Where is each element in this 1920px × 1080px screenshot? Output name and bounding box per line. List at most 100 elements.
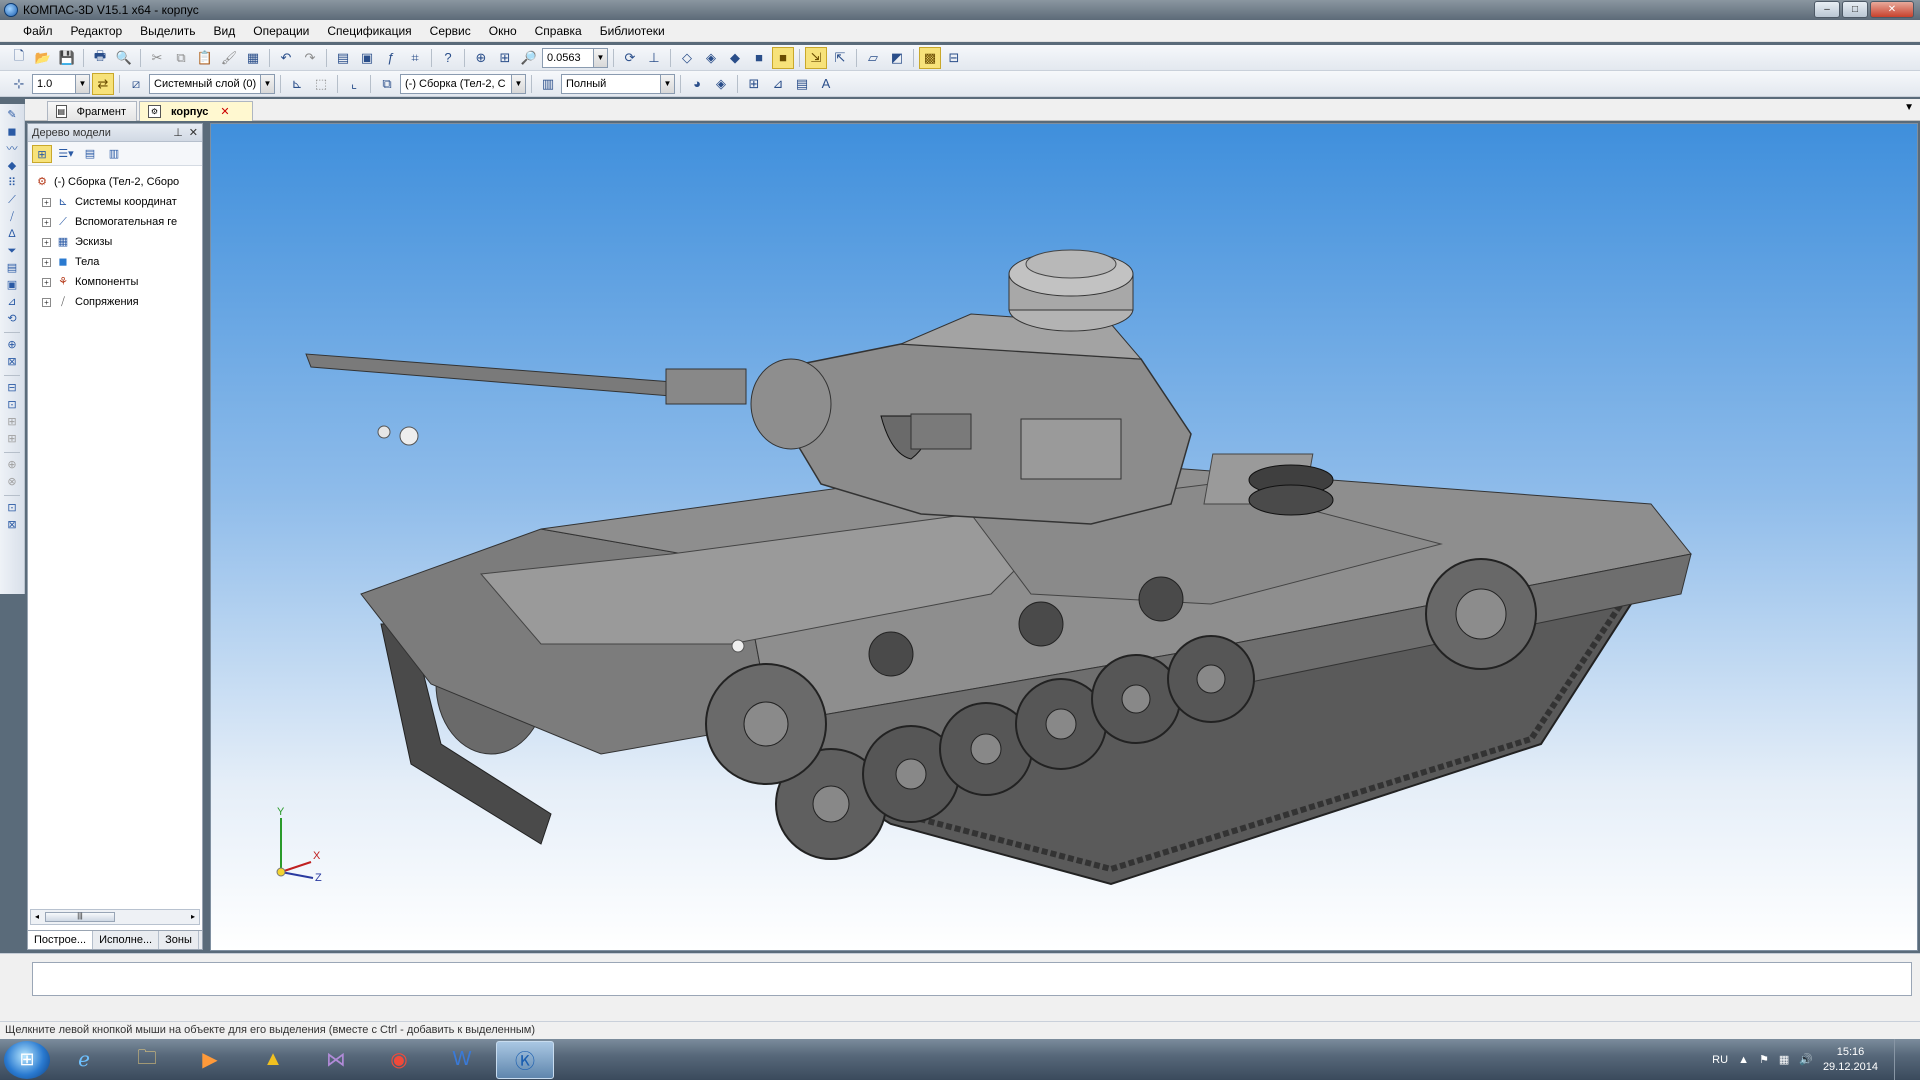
menu-specification[interactable]: Спецификация [318,24,420,38]
edit-components-icon[interactable]: ✎ [3,108,21,123]
menu-window[interactable]: Окно [480,24,526,38]
tree-item-bodies[interactable]: + ◼ Тела [28,252,202,272]
aux-geom-icon[interactable]: ∆ [3,227,21,242]
tab-zones[interactable]: Зоны [159,931,199,949]
move-component-icon[interactable]: ⊟ [3,381,21,396]
taskbar-visual-studio-icon[interactable]: ⋈ [307,1041,365,1079]
chevron-down-icon[interactable]: ▼ [75,74,89,93]
shaded-icon[interactable]: ■ [748,47,770,69]
new-document-icon[interactable]: 🗋 [8,47,30,69]
menu-edit[interactable]: Редактор [62,24,132,38]
tree-item-mates[interactable]: + ⧸ Сопряжения [28,292,202,312]
hidden-thin-icon[interactable]: ◆ [724,47,746,69]
step-icon[interactable]: ⊹ [8,73,30,95]
scroll-left-icon[interactable]: ◂ [31,910,43,924]
select-mode-icon[interactable]: ⇱ [829,47,851,69]
tree-item-components[interactable]: + ⚘ Компоненты [28,272,202,292]
scroll-right-icon[interactable]: ▸ [187,910,199,924]
orientation-icon[interactable]: ⊥ [643,47,665,69]
library-manager-icon[interactable]: ▣ [356,47,378,69]
array-icon[interactable]: ⊞ [743,73,765,95]
mate-icon[interactable]: ⧸ [3,210,21,225]
zoom-window-icon[interactable]: ⊕ [470,47,492,69]
curve-icon[interactable]: 〰 [3,142,21,157]
taskbar-kompas-icon[interactable]: Ⓚ [496,1040,554,1079]
close-tab-icon[interactable]: ✕ [220,105,229,118]
report-icon[interactable]: ▣ [3,278,21,293]
expand-icon[interactable]: + [42,297,51,307]
rotate-icon[interactable]: ⟳ [619,47,641,69]
menu-file[interactable]: Файл [14,24,62,38]
taskbar-explorer-icon[interactable]: 🗀 [118,1041,176,1079]
command-input-field[interactable] [32,962,1912,996]
zoom-combo[interactable]: 0.0563 ▼ [542,47,608,68]
maximize-button[interactable]: □ [1842,1,1868,18]
tree-view-icon[interactable]: ⊿ [767,73,789,95]
surface-icon[interactable]: ◆ [3,159,21,174]
zoom-icon[interactable]: 🔎 [518,47,540,69]
solid-icon[interactable]: ◼ [3,125,21,140]
layout-icon[interactable]: ⊟ [943,47,965,69]
zoom-all-icon[interactable]: ⊞ [494,47,516,69]
tab-fragment[interactable]: ▤ Фрагмент [47,101,137,121]
menu-select[interactable]: Выделить [131,24,204,38]
filter-select-icon[interactable]: ⇲ [805,46,827,69]
scroll-thumb[interactable]: ||| [45,912,115,922]
check-icon[interactable]: ⊡ [3,501,21,516]
wireframe-icon[interactable]: ◇ [676,47,698,69]
disabled-op-3-icon[interactable]: ⊕ [3,458,21,473]
redo-icon[interactable]: ↷ [299,47,321,69]
action-center-icon[interactable]: ⚑ [1759,1053,1769,1066]
hidden-lines-icon[interactable]: ◈ [700,47,722,69]
menu-service[interactable]: Сервис [421,24,480,38]
component-icon[interactable]: ⧉ [376,73,398,95]
menu-view[interactable]: Вид [205,24,245,38]
chevron-down-icon[interactable]: ▼ [660,74,674,93]
component-edit-icon[interactable]: ▩ [919,46,941,69]
print-preview-icon[interactable]: 🔍 [113,47,135,69]
spec-icon[interactable]: ▤ [3,261,21,276]
report-icon[interactable]: ▤ [791,73,813,95]
tree-item-coordinate-systems[interactable]: + ⊾ Системы координат [28,192,202,212]
tree-structure-icon[interactable]: ⊞ [32,144,52,163]
paste-icon[interactable]: 📋 [194,47,216,69]
expand-icon[interactable]: + [42,217,51,227]
section-icon[interactable]: ◩ [886,47,908,69]
chevron-down-icon[interactable]: ▼ [260,74,274,93]
add-component-icon[interactable]: ⊕ [3,338,21,353]
measure-icon[interactable]: ⊿ [3,295,21,310]
tree-item-aux-geometry[interactable]: + ⟋ Вспомогательная ге [28,212,202,232]
disabled-op-4-icon[interactable]: ⊗ [3,475,21,490]
perspective-icon[interactable]: ▱ [862,47,884,69]
taskbar-chrome-icon[interactable]: ◉ [370,1041,428,1079]
close-panel-icon[interactable]: ✕ [189,126,198,139]
display-icon[interactable]: ▥ [537,73,559,95]
expand-icon[interactable]: + [42,277,51,287]
chevron-down-icon[interactable]: ▼ [593,48,607,67]
volume-icon[interactable]: 🔊 [1799,1053,1813,1066]
manager-icon[interactable]: ▤ [332,47,354,69]
tab-variants[interactable]: Исполне... [93,931,160,949]
minimize-button[interactable]: – [1814,1,1840,18]
disabled-op-1-icon[interactable]: ⊞ [3,415,21,430]
menu-operations[interactable]: Операции [244,24,318,38]
menu-help[interactable]: Справка [526,24,591,38]
properties-icon[interactable]: ▦ [242,47,264,69]
color-icon[interactable]: ◕ [686,73,708,95]
start-button[interactable]: ⊞ [4,1040,50,1079]
ortho-icon[interactable]: ⌞ [343,73,365,95]
tab-korpus[interactable]: ⚙ корпус ✕ [139,101,253,121]
taskbar-ie-icon[interactable]: ℯ [55,1041,113,1079]
tabs-dropdown-icon[interactable]: ▼ [1904,102,1914,113]
clock[interactable]: 15:16 29.12.2014 [1823,1045,1878,1075]
scale-combo[interactable]: 1.0 ▼ [32,73,90,94]
pin-icon[interactable]: ⊥ [173,126,183,139]
tree-filter-icon[interactable]: ▥ [104,145,124,163]
shaded-edges-icon[interactable]: ■ [772,46,794,69]
collision-icon[interactable]: ⊠ [3,518,21,533]
array-icon[interactable]: ⠿ [3,176,21,191]
diagnostics-icon[interactable]: ⟲ [3,312,21,327]
taskbar-media-player-icon[interactable]: ▶ [181,1041,239,1079]
network-icon[interactable]: ▦ [1779,1053,1789,1066]
open-icon[interactable]: 📂 [32,47,54,69]
